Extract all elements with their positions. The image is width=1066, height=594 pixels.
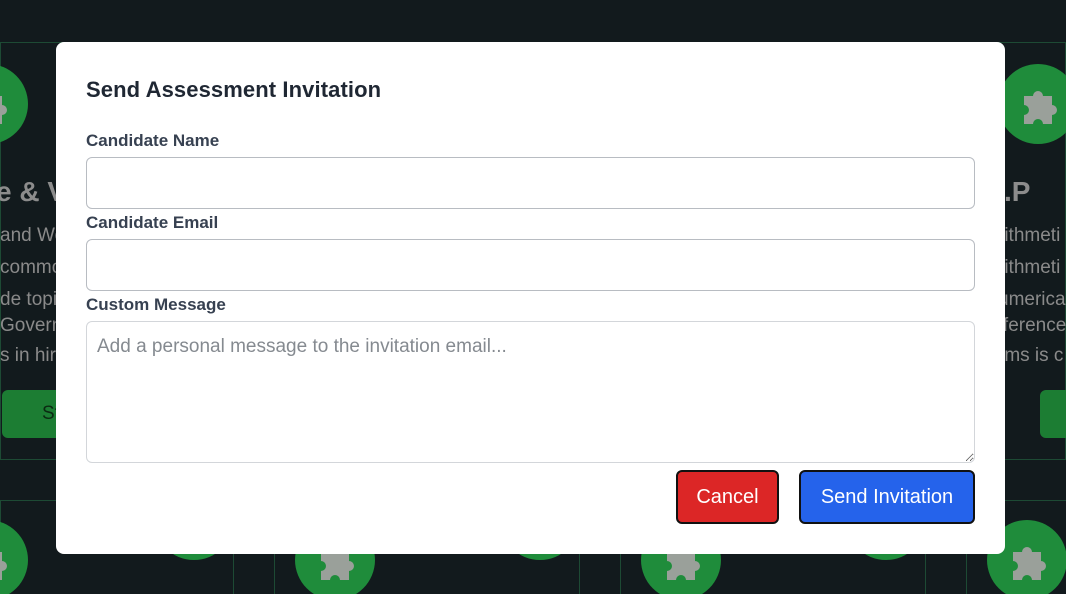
invitation-modal: Send Assessment Invitation Candidate Nam… <box>56 42 1005 554</box>
custom-message-label: Custom Message <box>86 295 226 314</box>
background-start-button-right[interactable] <box>1040 390 1066 438</box>
custom-message-textarea[interactable] <box>86 321 975 463</box>
background-card-title-right: .P <box>1004 176 1031 207</box>
candidate-name-input[interactable] <box>86 157 975 209</box>
candidate-name-label: Candidate Name <box>86 131 220 150</box>
modal-title: Send Assessment Invitation <box>86 77 382 102</box>
send-invitation-button[interactable]: Send Invitation <box>799 470 975 524</box>
candidate-email-input[interactable] <box>86 239 975 291</box>
cancel-button[interactable]: Cancel <box>676 470 779 524</box>
candidate-email-label: Candidate Email <box>86 213 219 232</box>
